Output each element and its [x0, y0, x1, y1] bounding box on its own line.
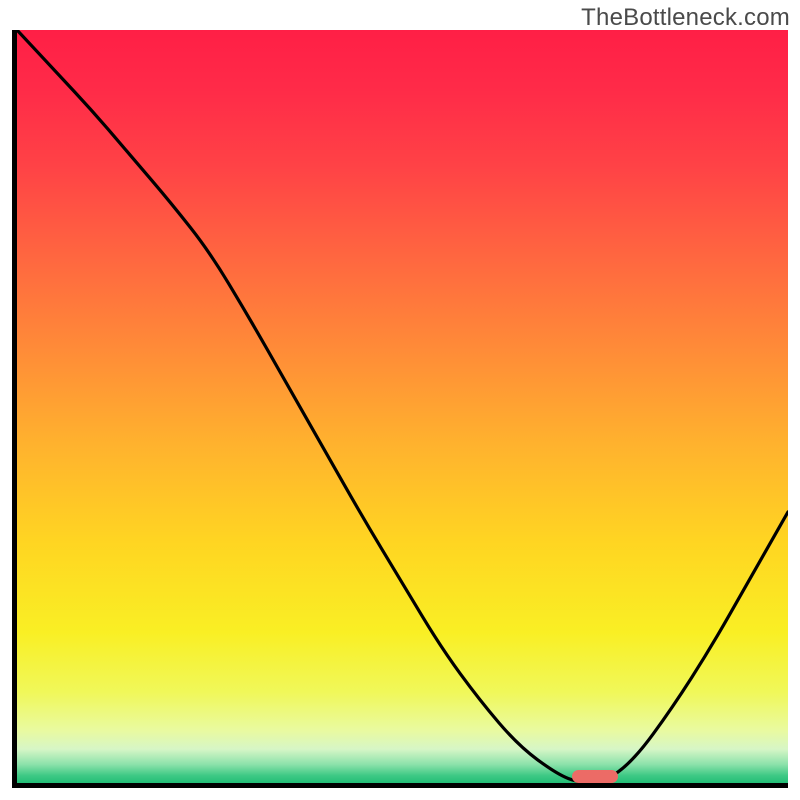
- plot-area: [12, 30, 788, 788]
- chart-canvas: TheBottleneck.com: [0, 0, 800, 800]
- watermark-text: TheBottleneck.com: [581, 4, 790, 32]
- optimal-marker: [572, 770, 618, 783]
- plot-svg: [17, 30, 788, 783]
- gradient-background: [17, 30, 788, 783]
